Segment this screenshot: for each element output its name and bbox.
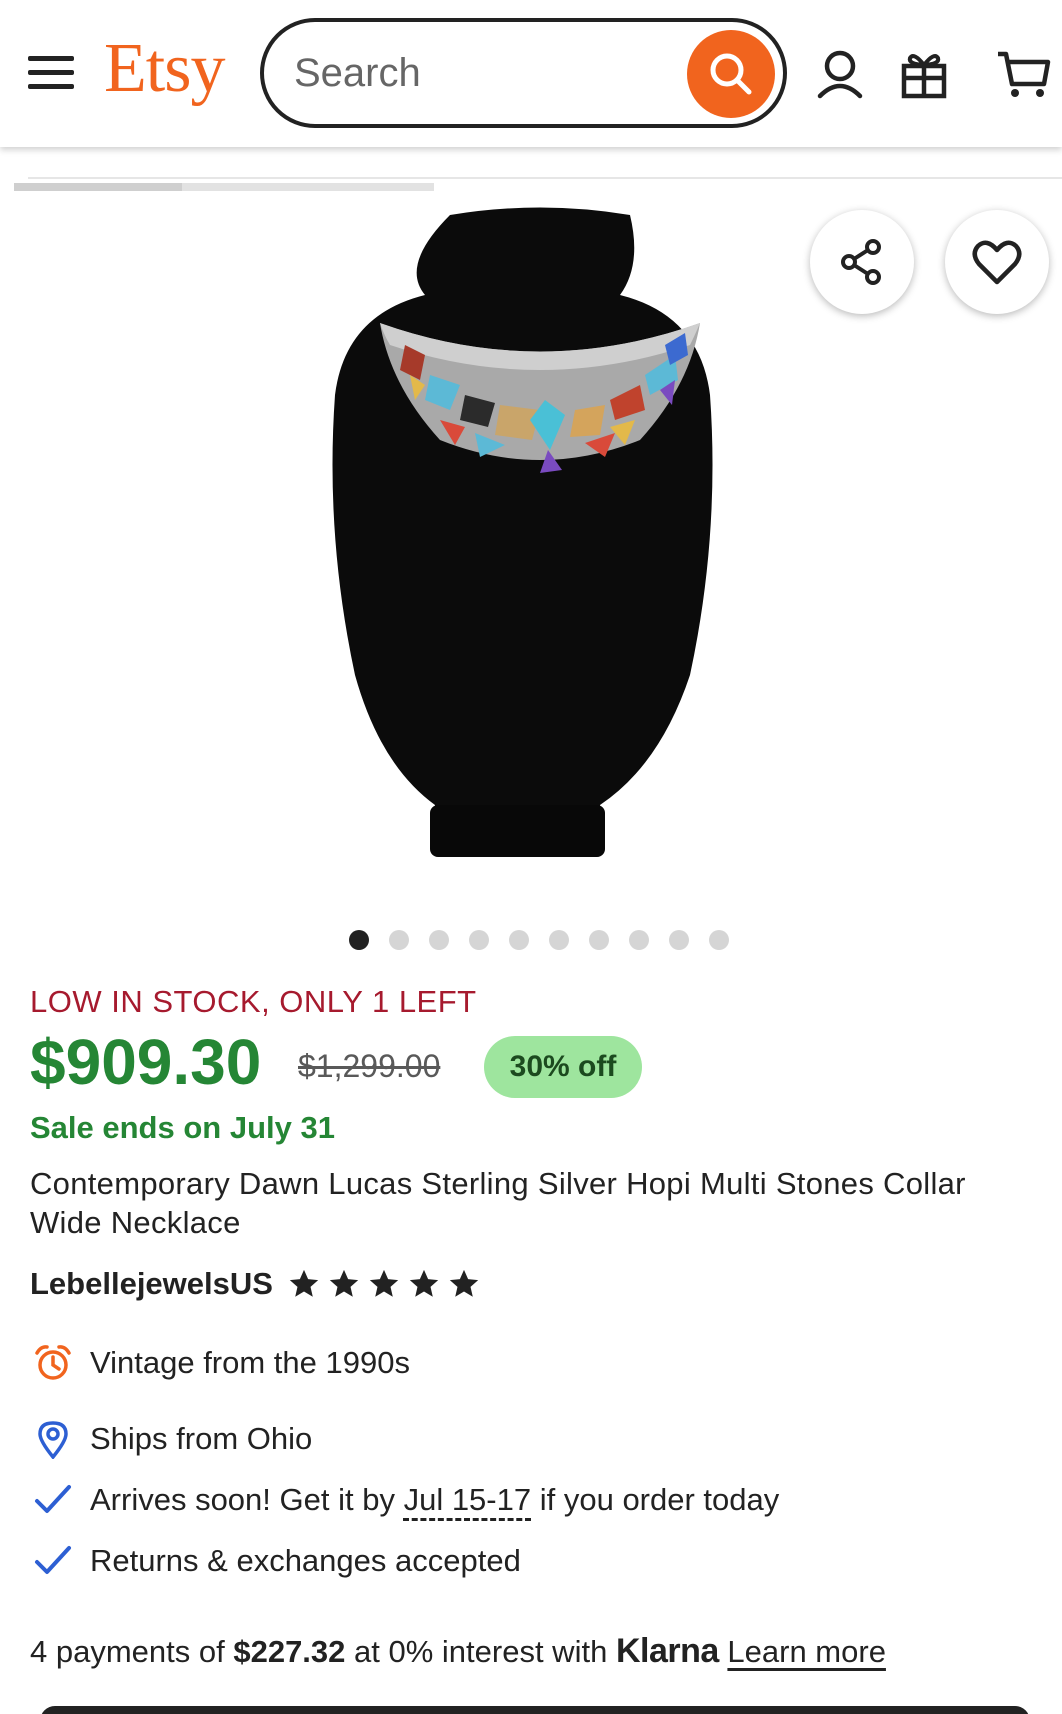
user-icon [817, 50, 863, 99]
star-icon [289, 1269, 319, 1297]
arrives-suffix: if you order today [539, 1482, 780, 1517]
payment-middle: at 0% interest with [354, 1634, 608, 1669]
location-pin-icon [30, 1416, 76, 1462]
product-title: Contemporary Dawn Lucas Sterling Silver … [30, 1166, 966, 1240]
arrival-info: Arrives soon! Get it by Jul 15-17 if you… [30, 1477, 779, 1523]
star-icon [369, 1269, 399, 1297]
vintage-info: Vintage from the 1990s [30, 1340, 410, 1386]
carousel-dot[interactable] [629, 930, 649, 950]
alarm-clock-icon [30, 1340, 76, 1386]
carousel-dot[interactable] [509, 930, 529, 950]
gallery-progress-bar [14, 183, 434, 191]
star-icon [409, 1269, 439, 1297]
original-price: $1,299.00 [298, 1048, 441, 1084]
vintage-text: Vintage from the 1990s [90, 1345, 410, 1380]
discount-badge: 30% off [484, 1036, 642, 1098]
carousel-dot[interactable] [469, 930, 489, 950]
payment-prefix: 4 payments of [30, 1634, 225, 1669]
share-icon [841, 239, 881, 285]
search-icon [710, 53, 752, 95]
returns-text: Returns & exchanges accepted [90, 1543, 521, 1578]
cart-button[interactable] [994, 44, 1054, 104]
product-image[interactable] [300, 205, 780, 905]
search-input[interactable] [294, 48, 654, 98]
returns-info: Returns & exchanges accepted [30, 1538, 521, 1584]
rating-stars[interactable] [287, 1267, 481, 1301]
star-icon [449, 1269, 479, 1297]
image-carousel-dots [349, 930, 729, 950]
klarna-payment-info: 4 payments of $227.32 at 0% interest wit… [30, 1632, 886, 1671]
sale-price: $909.30 [30, 1026, 262, 1098]
shop-name-link[interactable]: LebellejewelsUS [30, 1266, 273, 1302]
sale-ends-text: Sale ends on July 31 [30, 1110, 335, 1145]
checkmark-icon [30, 1477, 76, 1523]
search-bar [260, 18, 787, 128]
star-icon [329, 1269, 359, 1297]
carousel-dot[interactable] [429, 930, 449, 950]
carousel-dot[interactable] [669, 930, 689, 950]
divider [28, 177, 1062, 179]
arrives-date-link[interactable]: Jul 15-17 [404, 1482, 532, 1518]
etsy-logo[interactable]: Etsy [104, 34, 225, 104]
share-button[interactable] [810, 210, 914, 314]
heart-icon [972, 240, 1022, 285]
arrives-prefix: Arrives soon! Get it by [90, 1482, 395, 1517]
checkmark-icon [30, 1538, 76, 1584]
gift-icon [901, 54, 947, 99]
payment-amount: $227.32 [233, 1634, 346, 1669]
account-button[interactable] [810, 44, 870, 104]
carousel-dot[interactable] [389, 930, 409, 950]
carousel-dot[interactable] [709, 930, 729, 950]
search-button[interactable] [687, 30, 775, 118]
add-to-cart-button[interactable] [40, 1706, 1030, 1714]
gallery-progress-fill [14, 183, 182, 191]
gifts-button[interactable] [894, 44, 954, 104]
favorite-button[interactable] [945, 210, 1049, 314]
hamburger-menu-icon[interactable] [28, 50, 80, 94]
carousel-dot[interactable] [589, 930, 609, 950]
ships-from-info: Ships from Ohio [30, 1416, 312, 1462]
top-header: Etsy [0, 0, 1062, 147]
stock-notice: LOW IN STOCK, ONLY 1 LEFT [30, 984, 477, 1019]
learn-more-link[interactable]: Learn more [727, 1634, 886, 1669]
ships-from-text: Ships from Ohio [90, 1421, 313, 1456]
shop-rating-row: LebellejewelsUS [30, 1266, 481, 1302]
cart-icon [998, 51, 1051, 97]
carousel-dot[interactable] [549, 930, 569, 950]
klarna-logo: Klarna [615, 1632, 719, 1670]
carousel-dot[interactable] [349, 930, 369, 950]
